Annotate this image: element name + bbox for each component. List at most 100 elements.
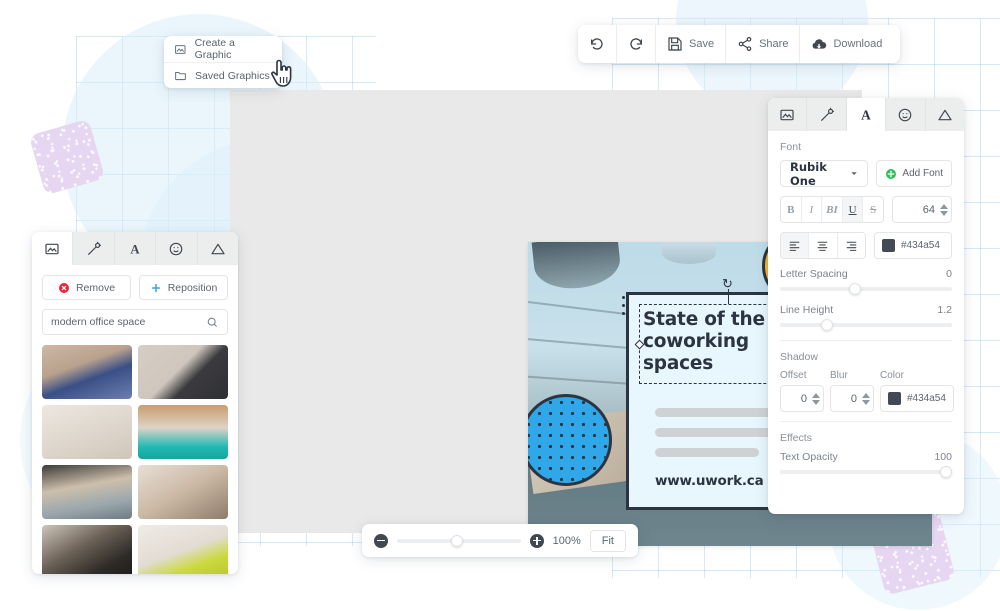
slider-knob[interactable] [451, 535, 463, 547]
text-color-picker[interactable]: #434a54 [874, 232, 952, 259]
text-opacity-slider[interactable] [780, 470, 952, 474]
shadow-blur-stepper[interactable]: 0 [830, 385, 874, 412]
strikethrough-button[interactable]: S [863, 197, 883, 222]
image-thumbnail[interactable] [138, 405, 228, 459]
shadow-section-label: Shadow [780, 351, 952, 363]
pointing-hand-cursor [268, 56, 294, 88]
slider-knob[interactable] [940, 466, 952, 478]
images-panel[interactable]: A Remove [32, 232, 238, 574]
left-tab-emoji[interactable] [156, 232, 197, 265]
image-thumbnail[interactable] [42, 345, 132, 399]
menu-item-saved-graphics[interactable]: Saved Graphics [164, 62, 282, 88]
undo-button[interactable] [578, 25, 617, 63]
slider-knob[interactable] [821, 319, 833, 331]
card-grip-dot [622, 304, 625, 307]
align-center-icon [816, 239, 829, 252]
right-panel-tabs[interactable]: A [768, 98, 964, 131]
divider [780, 340, 952, 341]
image-thumbnail[interactable] [42, 405, 132, 459]
letter-spacing-row: Letter Spacing 0 [780, 268, 952, 280]
left-tab-magic-wand[interactable] [73, 232, 114, 265]
folder-icon [174, 69, 187, 82]
shadow-color-picker[interactable]: #434a54 [880, 385, 954, 412]
text-style-buttons[interactable]: B I BI U S [780, 196, 884, 223]
resize-handle-left[interactable] [635, 340, 645, 350]
zoom-out-icon[interactable] [374, 534, 388, 548]
shadow-offset-spinner[interactable] [812, 393, 820, 405]
divider [780, 421, 952, 422]
font-size-value: 64 [923, 204, 935, 216]
website-url-text[interactable]: www.uwork.ca [655, 473, 764, 489]
align-center-button[interactable] [809, 233, 837, 258]
shadow-blur-spinner[interactable] [862, 393, 870, 405]
search-input[interactable] [51, 316, 206, 328]
zoom-percentage: 100% [553, 535, 581, 547]
magic-wand-icon [819, 107, 835, 123]
share-icon [737, 36, 753, 52]
image-thumbnail[interactable] [138, 465, 228, 519]
left-tab-shapes[interactable] [198, 232, 238, 265]
bold-button[interactable]: B [781, 197, 802, 222]
line-height-value: 1.2 [937, 304, 952, 316]
share-label: Share [759, 38, 788, 50]
text-properties-panel[interactable]: A Font Rubik One Add [768, 98, 964, 514]
image-thumbnail[interactable] [138, 345, 228, 399]
rotate-handle[interactable]: ↻ [722, 277, 735, 290]
image-action-buttons[interactable]: Remove Reposition [42, 275, 228, 300]
menu-label: Create a Graphic [195, 37, 272, 61]
menu-item-create-a-graphic[interactable]: Create a Graphic [164, 36, 282, 62]
photo-lamp [662, 242, 716, 264]
left-tab-text[interactable]: A [115, 232, 156, 265]
add-font-button[interactable]: Add Font [876, 160, 952, 187]
download-button[interactable]: Download [800, 25, 893, 63]
text-opacity-label: Text Opacity [780, 451, 838, 463]
save-label: Save [689, 38, 714, 50]
shadow-color-value: #434a54 [907, 393, 946, 404]
share-button[interactable]: Share [726, 25, 800, 63]
search-icon[interactable] [206, 316, 219, 329]
text-alignment-buttons[interactable] [780, 232, 866, 259]
italic-button[interactable]: I [802, 197, 823, 222]
save-button[interactable]: Save [656, 25, 726, 63]
right-tab-image[interactable] [768, 98, 807, 131]
image-thumbnail[interactable] [138, 525, 228, 574]
font-size-stepper[interactable]: 64 [892, 196, 952, 223]
image-thumbnail[interactable] [42, 465, 132, 519]
slider-knob[interactable] [849, 283, 861, 295]
zoom-controls[interactable]: 100% Fit [362, 524, 638, 557]
font-family-select[interactable]: Rubik One [780, 160, 868, 187]
bold-italic-button[interactable]: BI [822, 197, 843, 222]
shadow-offset-stepper[interactable]: 0 [780, 385, 824, 412]
fit-button[interactable]: Fit [590, 530, 626, 552]
graphics-dropdown-menu[interactable]: Create a Graphic Saved Graphics [164, 36, 282, 88]
right-tab-emoji[interactable] [886, 98, 925, 131]
left-tab-image[interactable] [32, 232, 73, 265]
redo-button[interactable] [617, 25, 656, 63]
download-icon [811, 36, 827, 52]
underline-button[interactable]: U [843, 197, 864, 222]
image-icon [44, 241, 60, 257]
left-panel-tabs[interactable]: A [32, 232, 238, 265]
right-tab-magic-wand[interactable] [807, 98, 846, 131]
remove-button[interactable]: Remove [42, 275, 131, 300]
top-toolbar[interactable]: Save Share Download [578, 25, 900, 63]
zoom-in-icon[interactable] [530, 534, 544, 548]
right-tab-text[interactable]: A [847, 98, 886, 131]
shadow-color-label: Color [880, 370, 954, 381]
shadow-offset-value: 0 [801, 393, 807, 405]
align-right-button[interactable] [838, 233, 865, 258]
align-left-button[interactable] [781, 233, 809, 258]
zoom-slider[interactable] [397, 539, 521, 543]
right-tab-shapes[interactable] [926, 98, 964, 131]
line-height-slider[interactable] [780, 323, 952, 327]
image-results-grid[interactable] [42, 345, 228, 574]
image-search-box[interactable] [42, 309, 228, 335]
shadow-blur-value: 0 [851, 393, 857, 405]
image-thumbnail[interactable] [42, 525, 132, 574]
svg-text:A: A [861, 107, 871, 122]
letter-spacing-value: 0 [946, 268, 952, 280]
reposition-button[interactable]: Reposition [139, 275, 228, 300]
font-size-spinner[interactable] [940, 204, 948, 216]
letter-spacing-slider[interactable] [780, 287, 952, 291]
line-height-label: Line Height [780, 304, 833, 316]
